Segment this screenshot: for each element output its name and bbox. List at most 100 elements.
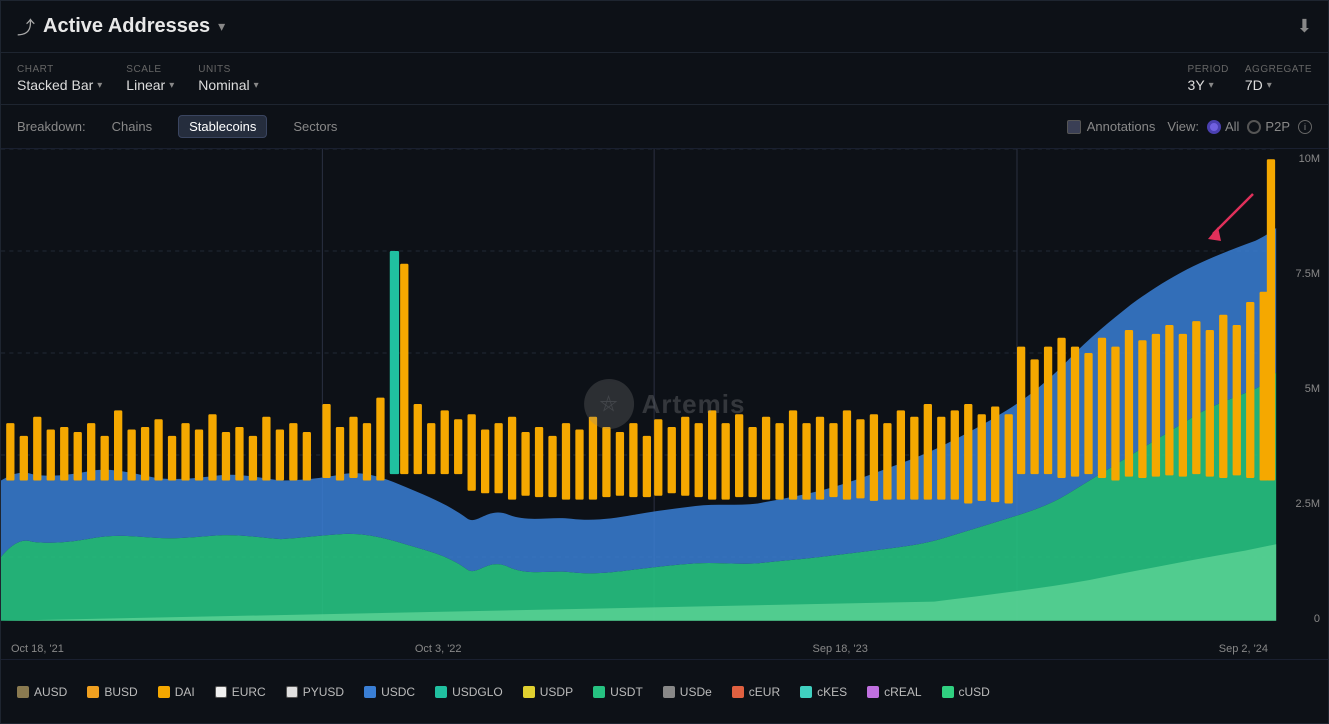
x-axis: Oct 18, '21 Oct 3, '22 Sep 18, '23 Sep 2… — [11, 643, 1268, 655]
breakdown-row: Breakdown: Chains Stablecoins Sectors An… — [1, 105, 1328, 149]
annotations-checkbox[interactable] — [1067, 120, 1081, 134]
scale-select[interactable]: Linear ▾ — [126, 77, 174, 93]
breakdown-label: Breakdown: — [17, 119, 86, 134]
page-title: Active Addresses — [43, 15, 210, 38]
period-label: PERIOD — [1188, 64, 1229, 75]
legend-usdt[interactable]: USDT — [593, 685, 643, 699]
download-button[interactable]: ⬇ — [1297, 16, 1312, 37]
chart-select[interactable]: Stacked Bar ▾ — [17, 77, 102, 93]
legend-pyusd[interactable]: PYUSD — [286, 685, 344, 699]
view-p2p-label: P2P — [1265, 119, 1290, 134]
legend-creal[interactable]: cREAL — [867, 685, 921, 699]
radio-all-dot — [1207, 120, 1221, 134]
units-chevron-icon: ▾ — [254, 80, 259, 91]
legend-usdc[interactable]: USDC — [364, 685, 415, 699]
y-axis: 0 2.5M 5M 7.5M 10M — [1280, 149, 1320, 629]
eurc-swatch — [215, 686, 227, 698]
chart-svg — [1, 149, 1328, 659]
busd-swatch — [87, 686, 99, 698]
usdp-swatch — [523, 686, 535, 698]
units-value: Nominal — [198, 77, 249, 93]
period-group: PERIOD 3Y ▾ — [1188, 64, 1229, 93]
chart-icon: ⤴ — [17, 14, 35, 40]
period-chevron-icon: ▾ — [1209, 80, 1214, 91]
x-label-sep23: Sep 18, '23 — [813, 643, 868, 655]
toolbar: CHART Stacked Bar ▾ SCALE Linear ▾ UNITS… — [1, 53, 1328, 105]
units-label: UNITS — [198, 64, 258, 75]
scale-group: SCALE Linear ▾ — [126, 64, 174, 93]
y-label-7.5m: 7.5M — [1280, 268, 1320, 280]
legend-cusd[interactable]: cUSD — [942, 685, 990, 699]
chart-type-group: CHART Stacked Bar ▾ — [17, 64, 102, 93]
units-group: UNITS Nominal ▾ — [198, 64, 258, 93]
ckes-swatch — [800, 686, 812, 698]
dai-swatch — [158, 686, 170, 698]
chart-chevron-icon: ▾ — [97, 80, 102, 91]
scale-chevron-icon: ▾ — [169, 80, 174, 91]
ckes-label: cKES — [817, 685, 847, 699]
legend-busd[interactable]: BUSD — [87, 685, 137, 699]
ceur-label: cEUR — [749, 685, 780, 699]
usdt-label: USDT — [610, 685, 643, 699]
usdt-swatch — [593, 686, 605, 698]
legend-ausd[interactable]: AUSD — [17, 685, 67, 699]
x-label-sep24: Sep 2, '24 — [1219, 643, 1268, 655]
pyusd-swatch — [286, 686, 298, 698]
aggregate-group: AGGREGATE 7D ▾ — [1245, 64, 1312, 93]
legend: AUSD BUSD DAI EURC PYUSD USDC USDGLO US — [1, 659, 1328, 723]
legend-ceur[interactable]: cEUR — [732, 685, 780, 699]
main-container: ⤴ Active Addresses ▾ ⬇ CHART Stacked Bar… — [0, 0, 1329, 724]
usdc-swatch — [364, 686, 376, 698]
annotations-group: Annotations — [1067, 119, 1156, 134]
ausd-label: AUSD — [34, 685, 67, 699]
title-area: ⤴ Active Addresses ▾ — [17, 14, 225, 40]
period-value: 3Y — [1188, 77, 1205, 93]
scale-value: Linear — [126, 77, 165, 93]
toolbar-right: PERIOD 3Y ▾ AGGREGATE 7D ▾ — [1188, 64, 1312, 93]
scale-label: SCALE — [126, 64, 174, 75]
view-group: View: All P2P i — [1167, 119, 1312, 134]
aggregate-select[interactable]: 7D ▾ — [1245, 77, 1312, 93]
legend-eurc[interactable]: EURC — [215, 685, 266, 699]
aggregate-label: AGGREGATE — [1245, 64, 1312, 75]
busd-label: BUSD — [104, 685, 137, 699]
tab-chains[interactable]: Chains — [102, 116, 162, 137]
creal-label: cREAL — [884, 685, 921, 699]
legend-dai[interactable]: DAI — [158, 685, 195, 699]
cusd-label: cUSD — [959, 685, 990, 699]
creal-swatch — [867, 686, 879, 698]
tab-stablecoins[interactable]: Stablecoins — [178, 115, 267, 138]
header: ⤴ Active Addresses ▾ ⬇ — [1, 1, 1328, 53]
x-label-oct22: Oct 3, '22 — [415, 643, 462, 655]
chart-label: CHART — [17, 64, 102, 75]
legend-ckes[interactable]: cKES — [800, 685, 847, 699]
annotations-label: Annotations — [1087, 119, 1156, 134]
y-label-5m: 5M — [1280, 383, 1320, 395]
dai-label: DAI — [175, 685, 195, 699]
cusd-swatch — [942, 686, 954, 698]
legend-usdp[interactable]: USDP — [523, 685, 573, 699]
x-label-oct21: Oct 18, '21 — [11, 643, 64, 655]
ausd-swatch — [17, 686, 29, 698]
title-chevron-icon[interactable]: ▾ — [218, 18, 225, 35]
legend-usdglo[interactable]: USDGLO — [435, 685, 503, 699]
usdglo-swatch — [435, 686, 447, 698]
info-icon[interactable]: i — [1298, 120, 1312, 134]
usde-swatch — [663, 686, 675, 698]
ceur-swatch — [732, 686, 744, 698]
usdc-label: USDC — [381, 685, 415, 699]
y-label-0: 0 — [1280, 613, 1320, 625]
y-label-2.5m: 2.5M — [1280, 498, 1320, 510]
period-select[interactable]: 3Y ▾ — [1188, 77, 1229, 93]
chart-area: ⛤ Artemis 0 2.5M 5M 7.5M 10M Oct 18, '21… — [1, 149, 1328, 659]
chart-value: Stacked Bar — [17, 77, 93, 93]
units-select[interactable]: Nominal ▾ — [198, 77, 258, 93]
tab-sectors[interactable]: Sectors — [283, 116, 347, 137]
eurc-label: EURC — [232, 685, 266, 699]
usde-label: USDe — [680, 685, 712, 699]
view-p2p-radio[interactable]: P2P — [1247, 119, 1290, 134]
view-all-radio[interactable]: All — [1207, 119, 1239, 134]
legend-usde[interactable]: USDe — [663, 685, 712, 699]
pyusd-label: PYUSD — [303, 685, 344, 699]
view-all-label: All — [1225, 119, 1239, 134]
